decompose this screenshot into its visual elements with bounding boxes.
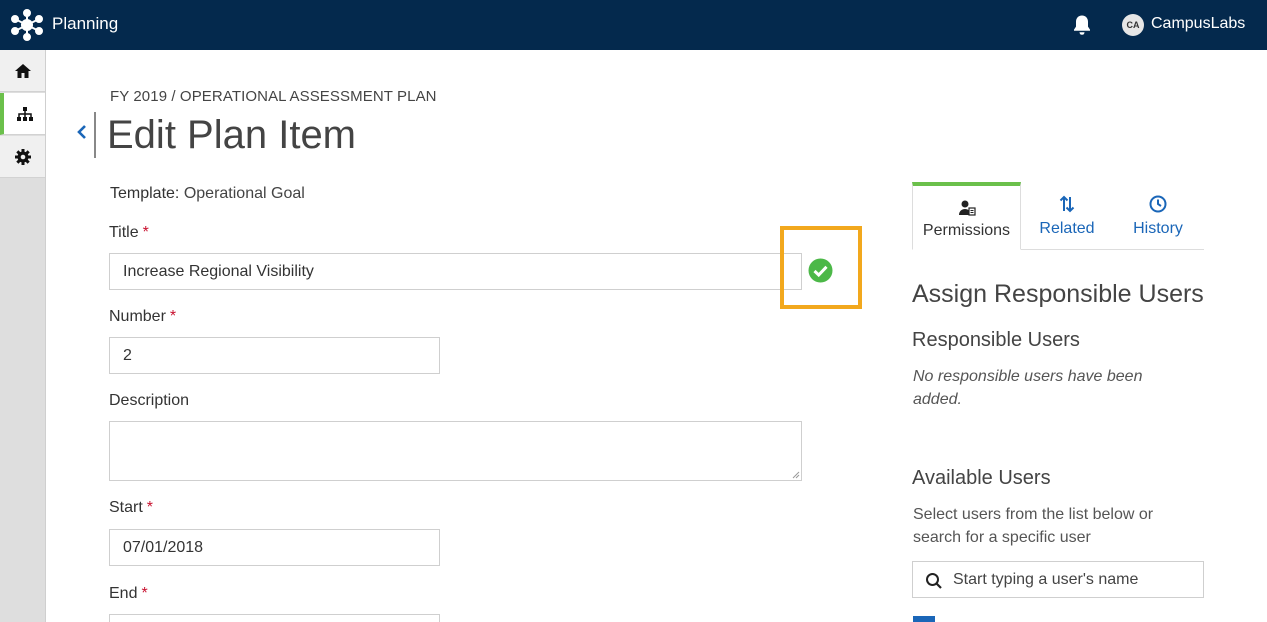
- gear-icon: [14, 148, 31, 165]
- description-textarea[interactable]: [109, 421, 802, 481]
- title-label: Title *: [109, 224, 149, 242]
- tab-permissions[interactable]: Permissions: [912, 182, 1021, 250]
- sitemap-icon: [16, 106, 33, 121]
- clock-icon: [1149, 195, 1167, 213]
- required-marker: *: [146, 499, 154, 516]
- responsible-users-heading: Responsible Users: [912, 329, 1080, 351]
- sidebar-item-hierarchy[interactable]: [0, 93, 45, 135]
- app-name[interactable]: Planning: [52, 14, 118, 34]
- side-panel-tabs: Permissions Related History: [912, 182, 1204, 250]
- end-label: End *: [109, 585, 148, 603]
- sidebar-item-home[interactable]: [0, 50, 45, 92]
- tab-permissions-label: Permissions: [922, 222, 1011, 239]
- title-field[interactable]: Increase Regional Visibility: [109, 253, 802, 290]
- number-field[interactable]: 2: [109, 337, 440, 374]
- planning-logo-icon[interactable]: [9, 9, 45, 41]
- start-label-text: Start: [109, 499, 143, 516]
- sort-arrows-icon: [1059, 195, 1075, 213]
- available-users-help: Select users from the list below or sear…: [913, 506, 1154, 546]
- start-date-field[interactable]: 07/01/2018: [109, 529, 440, 566]
- responsible-users-empty: No responsible users have been added.: [913, 368, 1143, 408]
- tab-history[interactable]: History: [1113, 182, 1203, 250]
- check-circle-icon: [808, 258, 833, 283]
- user-search-input[interactable]: [953, 562, 1198, 597]
- breadcrumb[interactable]: FY 2019 / OPERATIONAL ASSESSMENT PLAN: [110, 88, 437, 105]
- template-value: Operational Goal: [183, 185, 305, 202]
- required-marker: *: [169, 308, 177, 325]
- title-label-text: Title: [109, 224, 139, 241]
- assign-users-heading: Assign Responsible Users: [912, 280, 1204, 308]
- back-chevron-icon[interactable]: [74, 120, 90, 144]
- template-label: Template:: [110, 185, 180, 202]
- sidebar-item-settings[interactable]: [0, 136, 45, 178]
- number-field-value: 2: [123, 346, 132, 364]
- available-users-heading: Available Users: [912, 467, 1051, 489]
- template-info: Template: Operational Goal: [110, 185, 305, 203]
- user-name[interactable]: CampusLabs: [1151, 15, 1245, 33]
- info-icon[interactable]: [913, 616, 935, 622]
- tab-history-label: History: [1133, 220, 1183, 237]
- required-marker: *: [141, 585, 148, 602]
- title-divider: [94, 112, 96, 158]
- required-marker: *: [142, 224, 149, 241]
- user-search-box[interactable]: [912, 561, 1204, 598]
- left-sidebar: [0, 50, 46, 622]
- number-label: Number *: [109, 308, 176, 326]
- start-date-value: 07/01/2018: [123, 538, 204, 556]
- search-icon: [926, 573, 942, 589]
- user-permissions-icon: [958, 200, 976, 216]
- notifications-bell-icon[interactable]: [1072, 14, 1092, 36]
- title-field-value: Increase Regional Visibility: [123, 262, 314, 280]
- user-avatar[interactable]: CA: [1122, 14, 1144, 36]
- page-title: Edit Plan Item: [107, 113, 357, 157]
- top-navigation-bar: Planning CA CampusLabs: [0, 0, 1267, 50]
- number-label-text: Number: [109, 308, 166, 325]
- end-date-field[interactable]: [109, 614, 440, 622]
- resize-handle-icon[interactable]: [792, 471, 800, 479]
- home-icon: [14, 63, 31, 78]
- start-label: Start *: [109, 499, 153, 517]
- description-label: Description: [109, 392, 190, 409]
- end-label-text: End: [109, 585, 138, 602]
- tab-related-label: Related: [1039, 220, 1095, 237]
- tab-related[interactable]: Related: [1022, 182, 1112, 250]
